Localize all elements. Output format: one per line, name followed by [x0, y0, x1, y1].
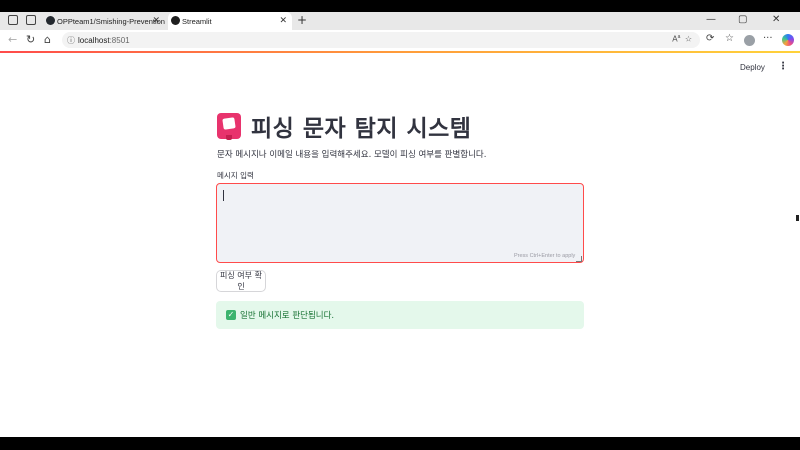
tab-streamlit[interactable]: Streamlit ✕: [168, 12, 292, 30]
more-icon[interactable]: ···: [763, 33, 773, 44]
read-aloud-icon[interactable]: Aa ☆: [672, 34, 692, 44]
favorites-bar-icon[interactable]: ☆: [725, 33, 734, 44]
input-hint: Press Ctrl+Enter to apply: [514, 253, 576, 259]
screen: OPPteam1/Smishing-Prevention ✕ Streamlit…: [0, 0, 800, 450]
github-icon: [46, 16, 55, 25]
profile-icon[interactable]: [744, 35, 755, 46]
address-input[interactable]: ⓘ localhost:8501 Aa ☆: [62, 32, 700, 48]
result-text: 일반 메시지로 판단됩니다.: [240, 311, 335, 321]
message-input[interactable]: [216, 183, 584, 263]
info-icon[interactable]: ⓘ: [67, 35, 75, 46]
page-title-row: 피싱 문자 탐지 시스템: [217, 111, 472, 142]
streamlit-icon: [171, 16, 180, 25]
minimize-icon[interactable]: —: [706, 14, 716, 25]
page-description: 문자 메시지나 이메일 내용을 입력해주세요. 모델이 피싱 여부를 판별합니다…: [217, 150, 487, 160]
close-tab-icon[interactable]: ✕: [279, 15, 287, 26]
tab-strip: OPPteam1/Smishing-Prevention ✕ Streamlit…: [0, 12, 800, 30]
home-icon[interactable]: ⌂: [44, 33, 51, 46]
tab-label: Streamlit: [182, 16, 212, 26]
tab-actions-icon[interactable]: [26, 15, 36, 25]
tab-github[interactable]: OPPteam1/Smishing-Prevention ✕: [43, 12, 165, 30]
workspaces-icon[interactable]: [8, 15, 18, 25]
close-tab-icon[interactable]: ✕: [152, 15, 160, 26]
copilot-icon[interactable]: [782, 34, 794, 46]
taskbar-edge: [0, 437, 800, 450]
message-input-label: 메시지 입력: [217, 171, 254, 180]
maximize-icon[interactable]: ▢: [738, 14, 747, 25]
kebab-icon[interactable]: ⋮: [778, 61, 788, 72]
text-caret: [223, 190, 224, 201]
url-host: localhost: [78, 35, 110, 45]
check-phishing-button[interactable]: 피싱 여부 확인: [216, 270, 266, 292]
reload-icon[interactable]: ↻: [26, 33, 35, 46]
resize-handle[interactable]: [576, 256, 582, 262]
extensions-icon[interactable]: ⟳: [706, 33, 714, 44]
close-window-icon[interactable]: ✕: [772, 14, 780, 25]
tab-label: OPPteam1/Smishing-Prevention: [57, 16, 165, 26]
check-icon: ✓: [226, 310, 236, 320]
back-icon[interactable]: ←: [8, 33, 17, 46]
deploy-button[interactable]: Deploy: [740, 63, 765, 72]
page-title: 피싱 문자 탐지 시스템: [251, 116, 472, 142]
result-success-alert: ✓ 일반 메시지로 판단됩니다.: [216, 301, 584, 329]
new-tab-icon[interactable]: +: [297, 13, 307, 27]
address-toolbar: ← ↻ ⌂ ⓘ localhost:8501 Aa ☆ ⟳ ☆ ···: [0, 30, 800, 51]
app-page: Deploy ⋮ 피싱 문자 탐지 시스템 문자 메시지나 이메일 내용을 입력…: [0, 53, 800, 437]
scrollbar-handle[interactable]: [796, 215, 799, 221]
url-port: :8501: [109, 35, 130, 45]
mailbox-icon: [217, 113, 241, 140]
